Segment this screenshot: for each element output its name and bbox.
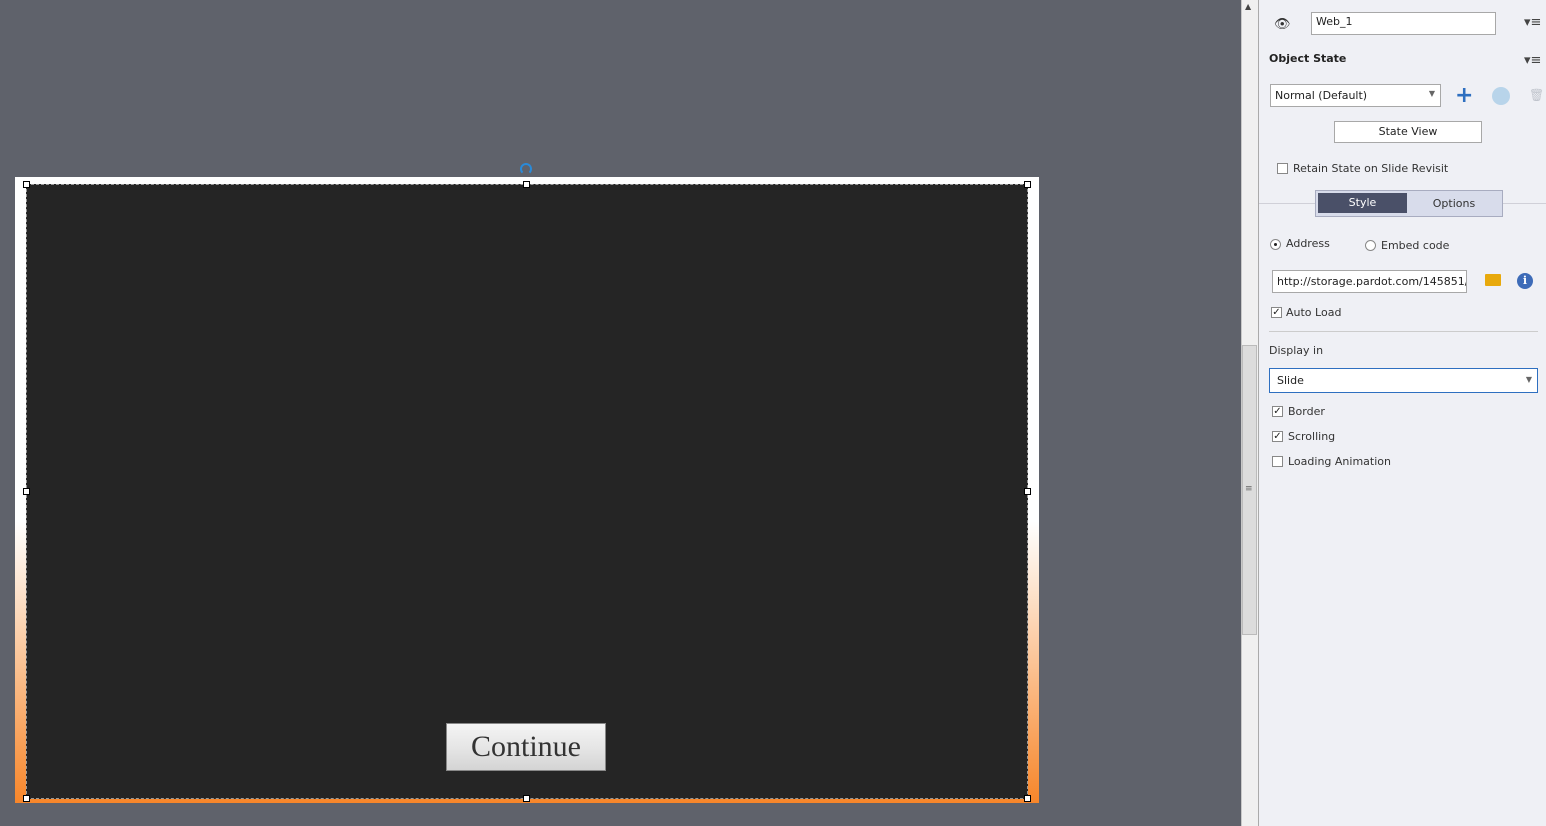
embed-code-label: Embed code	[1381, 239, 1450, 252]
delete-state-trash-icon[interactable]: 🗑	[1529, 88, 1544, 102]
grip-icon: ≡	[1245, 484, 1253, 494]
retain-state-label: Retain State on Slide Revisit	[1293, 162, 1449, 175]
state-select-value: Normal (Default)	[1275, 89, 1368, 102]
address-label: Address	[1286, 237, 1330, 250]
chevron-down-icon: ▼	[1525, 375, 1532, 384]
resize-handle[interactable]	[23, 181, 30, 188]
tab-options[interactable]: Options	[1407, 193, 1501, 214]
state-view-button[interactable]: State View	[1334, 121, 1482, 143]
scroll-up-icon[interactable]: ▲	[1245, 2, 1251, 11]
resize-handle[interactable]	[23, 488, 30, 495]
panel-menu-icon[interactable]: ▾≡	[1524, 15, 1541, 30]
chevron-down-icon: ▼	[1428, 89, 1435, 98]
rotate-handle-icon[interactable]	[520, 163, 532, 175]
scrolling-label: Scrolling	[1288, 430, 1336, 443]
reset-state-icon[interactable]	[1492, 87, 1510, 105]
state-select[interactable]: Normal (Default) ▼	[1270, 84, 1441, 107]
resize-handle[interactable]	[1024, 488, 1031, 495]
scrolling-checkbox[interactable]: ✓	[1272, 431, 1283, 442]
visibility-eye-icon[interactable]: 👁	[1274, 17, 1291, 32]
resize-handle[interactable]	[523, 181, 530, 188]
resize-handle[interactable]	[523, 795, 530, 802]
display-in-label: Display in	[1269, 344, 1324, 357]
resize-handle[interactable]	[1024, 181, 1031, 188]
folder-icon[interactable]	[1485, 274, 1501, 286]
loading-animation-checkbox[interactable]	[1272, 456, 1283, 467]
auto-load-label: Auto Load	[1286, 306, 1342, 319]
embed-code-radio[interactable]	[1365, 240, 1376, 251]
continue-button[interactable]: Continue	[446, 723, 606, 771]
info-icon[interactable]: i	[1517, 273, 1533, 289]
web-object[interactable]	[26, 184, 1028, 799]
resize-handle[interactable]	[1024, 795, 1031, 802]
state-menu-icon[interactable]: ▾≡	[1524, 53, 1541, 68]
add-state-plus-icon[interactable]: +	[1455, 83, 1473, 108]
border-checkbox[interactable]: ✓	[1272, 406, 1283, 417]
divider	[1269, 331, 1538, 332]
object-name-input[interactable]: Web_1	[1311, 12, 1496, 35]
display-in-value: Slide	[1277, 374, 1304, 387]
resize-handle[interactable]	[23, 795, 30, 802]
url-input[interactable]: http://storage.pardot.com/145851/393	[1272, 270, 1467, 293]
display-in-select[interactable]: Slide ▼	[1269, 368, 1538, 393]
address-radio[interactable]	[1270, 239, 1281, 250]
object-state-title: Object State	[1269, 52, 1347, 65]
loading-animation-label: Loading Animation	[1288, 455, 1391, 468]
border-label: Border	[1288, 405, 1325, 418]
auto-load-checkbox[interactable]: ✓	[1271, 307, 1282, 318]
retain-state-checkbox[interactable]	[1277, 163, 1288, 174]
tab-style[interactable]: Style	[1318, 193, 1407, 213]
